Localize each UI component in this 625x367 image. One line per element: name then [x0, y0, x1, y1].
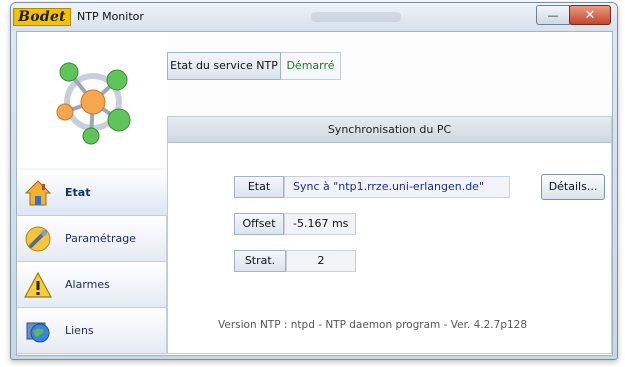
sidebar-item-liens[interactable]: Liens	[17, 308, 167, 354]
sync-panel-header: Synchronisation du PC	[168, 117, 611, 143]
app-window: Bodet NTP Monitor — ✕ Etat Paramétrage A…	[10, 2, 618, 360]
strat-value: 2	[286, 250, 356, 272]
details-button[interactable]: Détails...	[541, 174, 605, 200]
wrench-icon	[23, 224, 53, 254]
sync-panel: Synchronisation du PC Etat Sync à "ntp1.…	[167, 116, 612, 354]
sidebar-item-alarmes[interactable]: Alarmes	[17, 262, 167, 308]
sidebar-item-etat[interactable]: Etat	[17, 170, 167, 216]
sidebar-nav: Etat Paramétrage Alarmes Liens	[17, 170, 167, 354]
etat-label: Etat	[234, 176, 284, 198]
sidebar-item-label: Alarmes	[65, 278, 110, 291]
warning-icon	[23, 270, 53, 300]
version-text: Version NTP : ntpd - NTP daemon program …	[218, 319, 528, 331]
service-status-label: Etat du service NTP	[167, 52, 281, 80]
title-bar-blur	[311, 12, 401, 22]
etat-value: Sync à "ntp1.rrze.uni-erlangen.de"	[284, 176, 510, 198]
bodet-logo: Bodet	[13, 8, 71, 26]
close-button[interactable]: ✕	[569, 5, 611, 25]
window-title: NTP Monitor	[77, 10, 144, 23]
sidebar-item-label: Etat	[65, 186, 91, 199]
client-area: Etat Paramétrage Alarmes Liens Etat du s…	[16, 31, 613, 356]
ntp-molecule-icon	[56, 62, 131, 145]
close-icon: ✕	[584, 7, 596, 23]
service-status-value: Démarré	[281, 52, 341, 80]
offset-label: Offset	[234, 213, 284, 235]
left-panel: Etat Paramétrage Alarmes Liens	[17, 32, 167, 355]
strat-label: Strat.	[234, 250, 286, 272]
offset-value: -5.167 ms	[284, 213, 356, 235]
minimize-icon: —	[547, 8, 559, 22]
logo-area	[17, 32, 167, 168]
sidebar-item-label: Liens	[65, 324, 94, 337]
sidebar-item-label: Paramétrage	[65, 232, 136, 245]
house-icon	[23, 178, 53, 208]
sidebar-item-parametrage[interactable]: Paramétrage	[17, 216, 167, 262]
title-bar[interactable]: Bodet NTP Monitor — ✕	[11, 3, 617, 31]
globe-icon	[23, 316, 53, 346]
minimize-button[interactable]: —	[536, 5, 570, 25]
